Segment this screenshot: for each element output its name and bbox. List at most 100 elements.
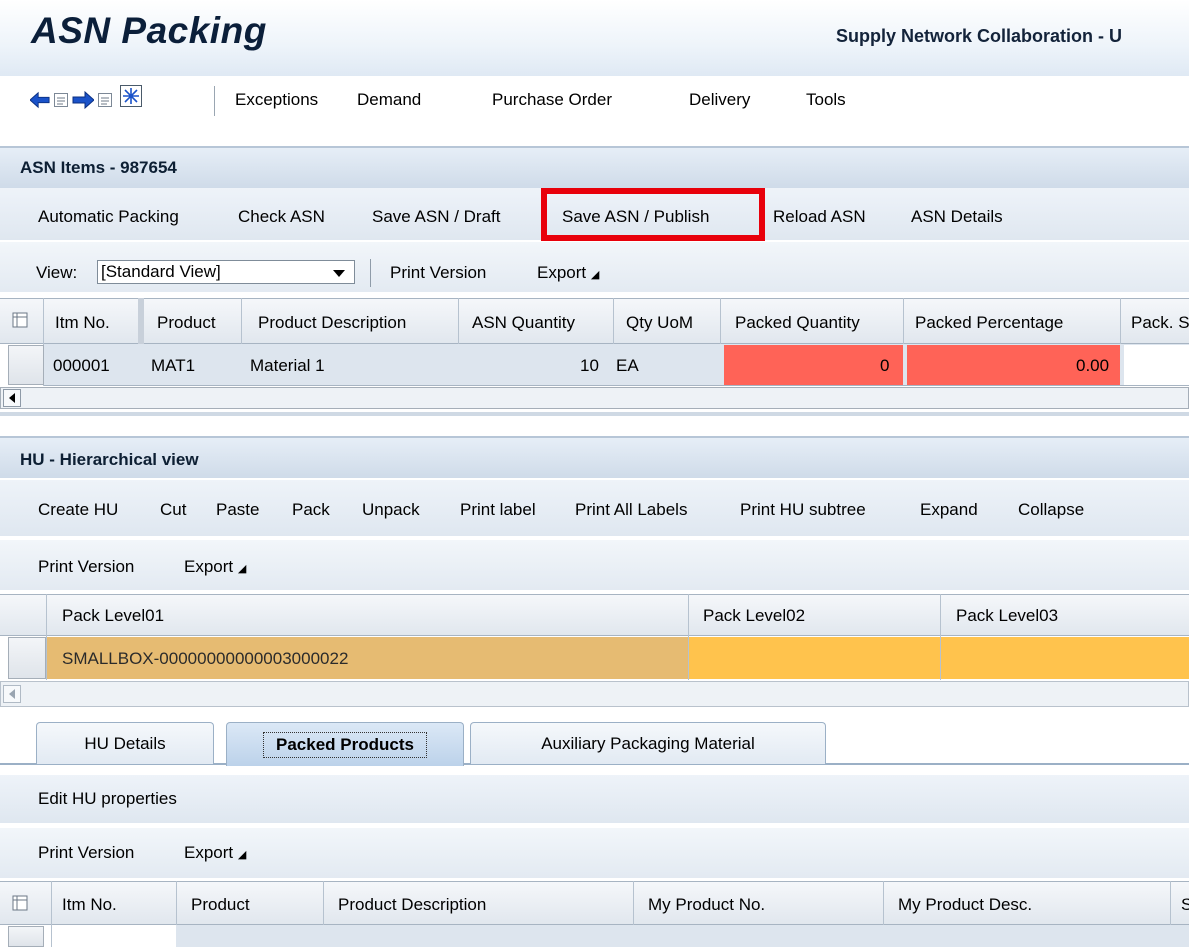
tab-auxiliary-packaging-material[interactable]: Auxiliary Packaging Material [470, 722, 826, 764]
hu-export-button[interactable]: Export ◢ [184, 557, 246, 577]
app-subtitle: Supply Network Collaboration - U [836, 26, 1123, 46]
save-asn-publish-button[interactable]: Save ASN / Publish [562, 207, 709, 227]
hu-print-toolbar [0, 540, 1189, 590]
menu-demand[interactable]: Demand [357, 90, 421, 110]
tab-packed-products-label: Packed Products [263, 731, 427, 758]
col-header-packed-percentage[interactable]: Packed Percentage [915, 313, 1063, 333]
reload-asn-button[interactable]: Reload ASN [773, 207, 866, 227]
create-hu-button[interactable]: Create HU [38, 500, 118, 520]
col-header-pack-status[interactable]: Pack. S [1131, 313, 1189, 333]
nav-separator [214, 86, 215, 116]
pack-status-cell [1124, 345, 1189, 385]
cell-pack-level01: SMALLBOX-00000000000003000022 [62, 649, 349, 668]
print-hu-subtree-button[interactable]: Print HU subtree [740, 500, 866, 520]
pack-button[interactable]: Pack [292, 500, 330, 520]
row-selector[interactable] [8, 637, 46, 679]
forward-dropdown-icon[interactable] [98, 89, 112, 111]
row-selector[interactable] [8, 345, 44, 385]
horizontal-scrollbar[interactable] [0, 387, 1189, 409]
view-select-value: [Standard View] [101, 262, 221, 281]
cell-product-description: Material 1 [250, 356, 325, 375]
toolbar-separator [370, 259, 371, 287]
table-settings-icon[interactable] [12, 312, 28, 333]
col-header-pack-level03[interactable]: Pack Level03 [956, 606, 1058, 626]
automatic-packing-button[interactable]: Automatic Packing [38, 207, 179, 227]
export-arrow-icon: ◢ [237, 849, 247, 861]
tab-packed-products[interactable]: Packed Products [226, 722, 464, 766]
row-selector[interactable] [8, 926, 44, 947]
menu-purchase-order[interactable]: Purchase Order [492, 90, 612, 110]
edit-hu-properties-button[interactable]: Edit HU properties [38, 789, 177, 809]
cut-button[interactable]: Cut [160, 500, 186, 520]
cell-itm-no: 000001 [53, 356, 110, 375]
packed-print-toolbar [0, 828, 1189, 878]
col-header-my-product-no[interactable]: My Product No. [648, 895, 765, 915]
hu-export-label: Export [184, 557, 234, 576]
col-header-product[interactable]: Product [157, 313, 216, 333]
cell-packed-percentage: 0.00 [1076, 356, 1110, 375]
asn-details-button[interactable]: ASN Details [911, 207, 1003, 227]
splitter[interactable] [0, 412, 1189, 416]
back-dropdown-icon[interactable] [54, 89, 68, 111]
expand-button[interactable]: Expand [920, 500, 978, 520]
print-label-button[interactable]: Print label [460, 500, 536, 520]
packed-quantity-cell [724, 345, 903, 385]
menu-exceptions[interactable]: Exceptions [235, 90, 318, 110]
collapse-button[interactable]: Collapse [1018, 500, 1084, 520]
asn-items-title: ASN Items - 987654 [20, 158, 177, 177]
scroll-left-icon[interactable] [3, 389, 21, 407]
favorites-star-icon[interactable] [120, 85, 142, 107]
tab-auxiliary-label: Auxiliary Packaging Material [541, 733, 755, 753]
chevron-down-icon [332, 265, 346, 285]
col-header-product[interactable]: Product [191, 895, 250, 915]
pack-level03-cell [941, 637, 1189, 679]
packed-print-version-button[interactable]: Print Version [38, 843, 134, 863]
asn-items-header [0, 146, 1189, 188]
tab-hu-details[interactable]: HU Details [36, 722, 214, 764]
export-arrow-icon: ◢ [590, 269, 600, 281]
hu-title: HU - Hierarchical view [20, 450, 199, 469]
paste-button[interactable]: Paste [216, 500, 259, 520]
col-header-itm-no[interactable]: Itm No. [55, 313, 110, 333]
menu-delivery[interactable]: Delivery [689, 90, 750, 110]
col-header-asn-quantity[interactable]: ASN Quantity [472, 313, 575, 333]
col-divider [51, 881, 52, 947]
asn-export-label: Export [537, 263, 587, 282]
cell-asn-quantity: 10 [580, 356, 599, 375]
col-header-my-product-desc[interactable]: My Product Desc. [898, 895, 1032, 915]
export-arrow-icon: ◢ [237, 563, 247, 575]
tab-hu-details-label: HU Details [84, 733, 166, 753]
asn-export-button[interactable]: Export ◢ [537, 263, 599, 283]
check-asn-button[interactable]: Check ASN [238, 207, 325, 227]
page-title: ASN Packing [31, 10, 267, 51]
col-header-itm-no[interactable]: Itm No. [62, 895, 117, 915]
asn-print-version-button[interactable]: Print Version [390, 263, 486, 283]
save-asn-draft-button[interactable]: Save ASN / Draft [372, 207, 501, 227]
view-label: View: [36, 263, 78, 282]
col-header-pack-level02[interactable]: Pack Level02 [703, 606, 805, 626]
pack-level02-cell [689, 637, 940, 679]
col-header-packed-quantity[interactable]: Packed Quantity [735, 313, 860, 333]
back-arrow-icon[interactable] [30, 89, 50, 111]
cell-product: MAT1 [151, 356, 196, 375]
menu-tools[interactable]: Tools [806, 90, 846, 110]
print-all-labels-button[interactable]: Print All Labels [575, 500, 687, 520]
horizontal-scrollbar[interactable] [0, 681, 1189, 707]
col-header-s[interactable]: S [1181, 895, 1189, 915]
packed-export-label: Export [184, 843, 234, 862]
edit-hu-toolbar [0, 775, 1189, 823]
col-header-pack-level01[interactable]: Pack Level01 [62, 606, 164, 626]
hu-print-version-button[interactable]: Print Version [38, 557, 134, 577]
forward-arrow-icon[interactable] [72, 89, 94, 111]
cell-packed-quantity: 0 [880, 356, 890, 375]
packed-export-button[interactable]: Export ◢ [184, 843, 246, 863]
unpack-button[interactable]: Unpack [362, 500, 420, 520]
scroll-left-icon[interactable] [3, 685, 21, 703]
cell-qty-uom: EA [616, 356, 639, 375]
col-header-product-description[interactable]: Product Description [258, 313, 406, 333]
table-row[interactable] [176, 925, 1189, 947]
col-header-qty-uom[interactable]: Qty UoM [626, 313, 693, 333]
col-header-product-description[interactable]: Product Description [338, 895, 486, 915]
view-select[interactable]: [Standard View] [97, 260, 355, 284]
table-settings-icon[interactable] [12, 895, 28, 916]
